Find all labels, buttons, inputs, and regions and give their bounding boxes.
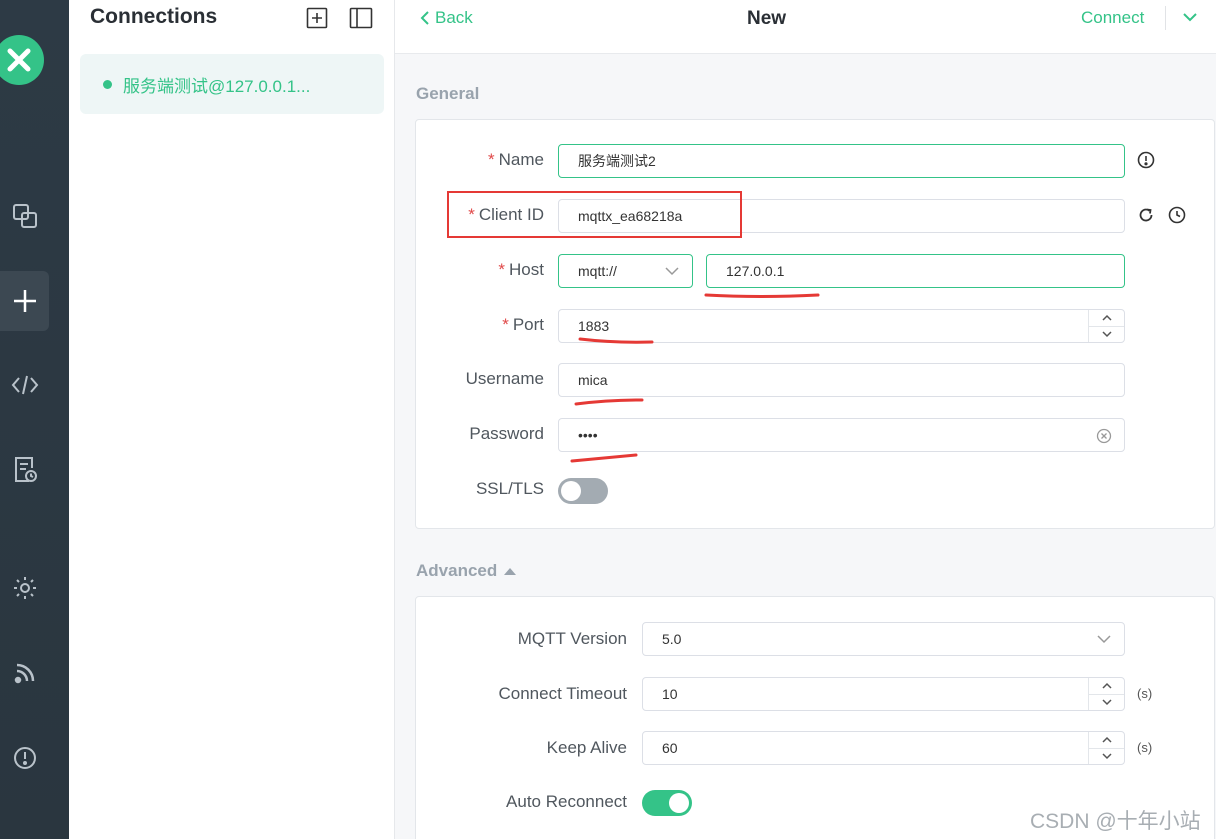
mqtt-version-select[interactable]: 5.0 <box>642 622 1125 656</box>
mqtt-version-value: 5.0 <box>662 631 682 647</box>
password-input[interactable]: •••• <box>558 418 1125 452</box>
mqtt-version-label: MQTT Version <box>517 629 627 648</box>
host-label: * Host <box>498 260 544 279</box>
settings-nav-icon[interactable] <box>0 558 49 618</box>
refresh-icon[interactable] <box>1137 206 1155 229</box>
connect-timeout-stepper[interactable] <box>1088 678 1124 710</box>
toggle-sidebar-icon[interactable] <box>349 6 373 30</box>
protocol-value: mqtt:// <box>578 263 617 279</box>
script-nav-icon[interactable] <box>0 355 49 415</box>
clear-icon[interactable] <box>1096 428 1112 444</box>
increment-icon[interactable] <box>1089 310 1124 327</box>
port-label: * Port <box>502 315 544 334</box>
required-mark: * <box>488 150 495 169</box>
chevron-left-icon <box>420 11 429 25</box>
connections-panel: Connections 服务端测试@127.0.0.1... <box>69 0 395 839</box>
toggle-knob <box>561 481 581 501</box>
password-underline <box>570 453 638 463</box>
name-label: * Name <box>488 150 544 169</box>
decrement-icon[interactable] <box>1089 749 1124 765</box>
increment-icon[interactable] <box>1089 678 1124 695</box>
log-nav-icon[interactable] <box>0 440 49 500</box>
connect-button[interactable]: Connect <box>1081 8 1144 28</box>
ssl-tls-toggle[interactable] <box>558 478 608 504</box>
caret-up-icon <box>504 568 517 575</box>
keep-alive-stepper[interactable] <box>1088 732 1124 764</box>
decrement-icon[interactable] <box>1089 695 1124 711</box>
divider <box>1165 6 1166 30</box>
username-input[interactable]: mica <box>558 363 1125 397</box>
host-input[interactable]: 127.0.0.1 <box>706 254 1125 288</box>
auto-reconnect-toggle[interactable] <box>642 790 692 816</box>
username-label: Username <box>465 369 544 388</box>
watermark: CSDN @十年小站 <box>1030 810 1201 833</box>
top-bar: Back New Connect <box>395 0 1216 54</box>
connect-timeout-input[interactable]: 10 <box>642 677 1125 711</box>
advanced-card: MQTT Version 5.0 Connect Timeout 10 (s) … <box>415 596 1215 839</box>
connection-form: Back New Connect General * Name 服务端测试2 * C… <box>395 0 1216 839</box>
advanced-section-title: Advanced <box>416 561 498 580</box>
ssl-tls-label: SSL/TLS <box>475 479 544 498</box>
connections-title: Connections <box>90 5 218 28</box>
port-underline <box>578 337 654 344</box>
nav-rail <box>0 0 69 839</box>
new-connection-nav-icon[interactable] <box>0 271 49 331</box>
password-label: Password <box>469 424 544 443</box>
general-card: * Name 服务端测试2 * Client ID mqttx_ea68218a *… <box>415 119 1215 529</box>
clock-icon[interactable] <box>1168 206 1186 229</box>
port-value: 1883 <box>578 318 610 334</box>
connection-name: 服务端测试@127.0.0.1... <box>123 76 311 96</box>
mqttx-logo-icon <box>0 35 44 85</box>
advanced-section-header[interactable]: Advanced <box>416 561 517 581</box>
connection-item[interactable]: 服务端测试@127.0.0.1... <box>80 54 384 114</box>
back-label: Back <box>435 8 473 27</box>
general-section-title: General <box>416 84 480 103</box>
host-underline <box>704 293 820 298</box>
back-button[interactable]: Back <box>419 8 473 28</box>
connection-status-dot <box>103 79 112 89</box>
username-underline <box>574 398 644 406</box>
decrement-icon[interactable] <box>1089 327 1124 343</box>
info-icon[interactable] <box>1137 151 1155 174</box>
increment-icon[interactable] <box>1089 732 1124 749</box>
client-id-highlight-box <box>447 191 742 238</box>
keep-alive-label: Keep Alive <box>546 738 627 757</box>
keep-alive-value: 60 <box>662 740 678 756</box>
page-title: New <box>747 8 787 29</box>
password-value: •••• <box>578 427 598 443</box>
about-nav-icon[interactable] <box>0 728 49 788</box>
auto-reconnect-label: Auto Reconnect <box>506 792 627 811</box>
required-mark: * <box>502 315 509 334</box>
chevron-down-icon <box>1097 635 1111 644</box>
connections-nav-icon[interactable] <box>0 186 49 246</box>
toggle-knob <box>669 793 689 813</box>
connect-timeout-value: 10 <box>662 686 678 702</box>
port-stepper[interactable] <box>1088 310 1124 342</box>
connect-timeout-label: Connect Timeout <box>498 684 627 703</box>
protocol-select[interactable]: mqtt:// <box>558 254 693 288</box>
feed-nav-icon[interactable] <box>0 643 49 703</box>
name-input[interactable]: 服务端测试2 <box>558 144 1125 178</box>
add-connection-icon[interactable] <box>305 6 329 30</box>
chevron-down-icon <box>665 267 679 276</box>
keep-alive-unit: (s) <box>1137 740 1153 755</box>
keep-alive-input[interactable]: 60 <box>642 731 1125 765</box>
chevron-down-icon[interactable] <box>1181 8 1199 26</box>
timeout-unit: (s) <box>1137 686 1153 701</box>
required-mark: * <box>498 260 506 279</box>
